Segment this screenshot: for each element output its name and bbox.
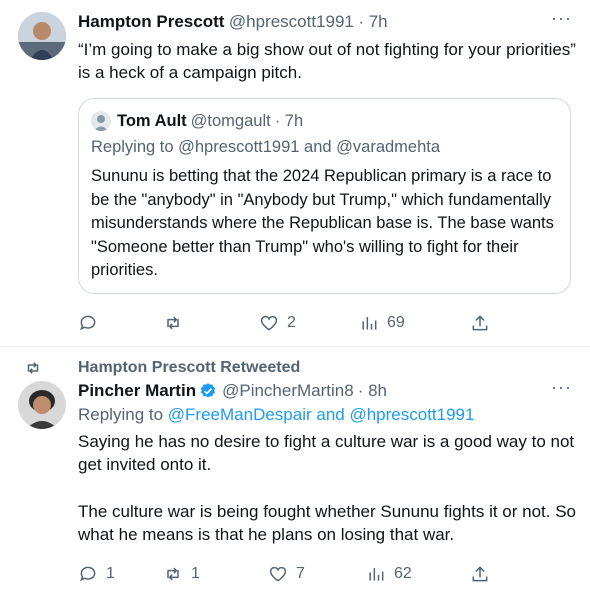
quote-replying-to: Replying to @hprescott1991 and @varadmeh… [91,138,441,156]
quote-author-name: Tom Ault [117,111,187,130]
view-count: 69 [387,314,405,331]
author-name[interactable]: Pincher Martin [78,381,196,401]
like-count: 7 [296,565,305,582]
heart-icon [260,315,278,331]
quote-time: · 7h [274,111,304,130]
avatar-pincher-martin[interactable] [18,381,66,429]
tweet-actions: 2 69 [78,311,498,335]
like-button[interactable]: 2 [259,311,296,335]
verified-badge-icon [200,383,216,398]
views-chart-icon [369,568,384,581]
views-button[interactable]: 69 [359,311,405,335]
more-options-icon[interactable]: ··· [551,377,572,398]
reply-button[interactable]: 1 [78,562,115,586]
view-count: 62 [394,565,412,582]
replying-to-users-link[interactable]: @FreeManDespair and @hprescott1991 [168,405,475,424]
reply-button[interactable] [78,311,106,335]
reply-icon [80,566,96,582]
tweet-retweeted-post[interactable]: Hampton Prescott Retweeted Pincher Marti… [0,347,590,600]
retweet-button[interactable] [163,311,191,335]
views-chart-icon [362,317,377,330]
tweet-text-paragraph-2: The culture war is being fought whether … [78,502,577,544]
tweet-time[interactable]: · 8h [358,381,387,401]
share-icon [472,566,488,582]
like-button[interactable]: 7 [268,562,305,586]
tweet-text: “I’m going to make a big show out of not… [78,40,576,82]
share-button[interactable] [470,311,490,335]
avatar-hampton-prescott[interactable] [18,12,66,60]
retweeted-by-label[interactable]: Hampton Prescott Retweeted [78,359,300,377]
retweeted-icon [27,362,39,374]
quote-author-handle: @tomgault [190,111,271,130]
like-count: 2 [287,314,296,331]
author-name[interactable]: Hampton Prescott [78,12,224,31]
tweet-actions: 1 1 7 62 [78,562,498,586]
quote-avatar [91,111,111,131]
more-options-icon[interactable]: ··· [551,8,572,29]
quoted-tweet[interactable]: Tom Ault @tomgault · 7h Replying to @hpr… [78,98,571,294]
heart-icon [269,566,287,582]
retweet-button[interactable]: 1 [163,562,200,586]
replying-to-prefix: Replying to [78,405,168,424]
quote-text: Sununu is betting that the 2024 Republic… [91,167,554,279]
share-button[interactable] [470,562,490,586]
retweet-icon [167,316,179,330]
author-handle[interactable]: @hprescott1991 [229,12,354,31]
tweet-time[interactable]: · 7h [358,12,387,31]
views-button[interactable]: 62 [366,562,412,586]
author-handle[interactable]: @PincherMartin8 [222,381,354,401]
replying-to-line: Replying to @FreeManDespair and @hpresco… [78,405,474,425]
retweet-count: 1 [191,565,200,582]
reply-count: 1 [106,565,115,582]
retweet-icon [167,567,179,581]
share-icon [472,315,488,331]
reply-icon [80,315,96,331]
tweet-quote-post[interactable]: Hampton Prescott @hprescott1991 · 7h ···… [0,0,590,347]
tweet-text-paragraph-1: Saying he has no desire to fight a cultu… [78,432,575,474]
